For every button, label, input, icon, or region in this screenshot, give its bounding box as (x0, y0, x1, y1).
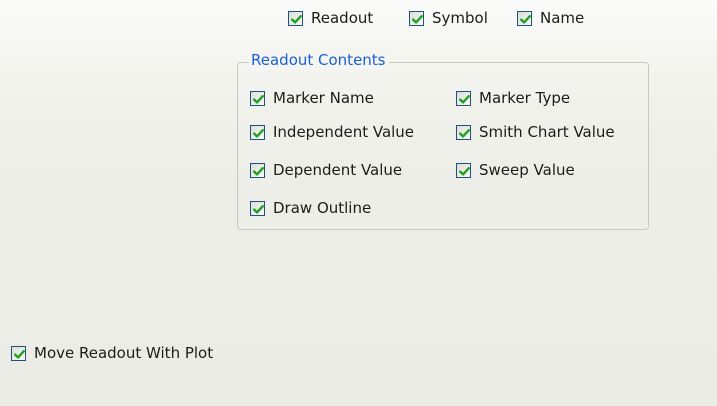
dependent-value-checkbox[interactable] (250, 162, 265, 178)
independent-value-checkbox[interactable] (250, 124, 265, 140)
draw-outline-checkbox-row[interactable]: Draw Outline (250, 198, 371, 218)
dependent-value-checkbox-row[interactable]: Dependent Value (250, 160, 402, 180)
checkmark-icon (253, 94, 264, 104)
readout-contents-title: Readout Contents (249, 50, 389, 70)
smith-chart-value-label: Smith Chart Value (479, 123, 615, 141)
smith-chart-value-checkbox-row[interactable]: Smith Chart Value (456, 122, 615, 142)
symbol-checkbox[interactable] (409, 10, 424, 26)
smith-chart-value-checkbox[interactable] (456, 124, 471, 140)
marker-name-checkbox[interactable] (250, 90, 265, 106)
marker-name-label: Marker Name (273, 89, 374, 107)
checkmark-icon (459, 128, 470, 138)
checkmark-icon (253, 128, 264, 138)
readout-checkbox-row[interactable]: Readout (288, 8, 373, 28)
marker-type-checkbox[interactable] (456, 90, 471, 106)
draw-outline-checkbox[interactable] (250, 200, 265, 216)
readout-checkbox[interactable] (288, 10, 303, 26)
move-readout-with-plot-checkbox-row[interactable]: Move Readout With Plot (11, 343, 213, 363)
name-checkbox-row[interactable]: Name (517, 8, 584, 28)
dependent-value-label: Dependent Value (273, 161, 403, 179)
checkmark-icon (253, 204, 264, 214)
checkmark-icon (459, 94, 470, 104)
name-label: Name (540, 9, 585, 27)
checkmark-icon (459, 166, 470, 176)
marker-name-checkbox-row[interactable]: Marker Name (250, 88, 374, 108)
independent-value-checkbox-row[interactable]: Independent Value (250, 122, 414, 142)
move-readout-with-plot-label: Move Readout With Plot (34, 344, 214, 362)
sweep-value-checkbox-row[interactable]: Sweep Value (456, 160, 575, 180)
name-checkbox[interactable] (517, 10, 532, 26)
readout-label: Readout (311, 9, 374, 27)
symbol-checkbox-row[interactable]: Symbol (409, 8, 488, 28)
draw-outline-label: Draw Outline (273, 199, 372, 217)
checkmark-icon (520, 14, 531, 24)
checkmark-icon (14, 349, 25, 359)
move-readout-with-plot-checkbox[interactable] (11, 345, 26, 361)
symbol-label: Symbol (432, 9, 488, 27)
checkmark-icon (291, 14, 302, 24)
checkmark-icon (253, 166, 264, 176)
sweep-value-label: Sweep Value (479, 161, 575, 179)
independent-value-label: Independent Value (273, 123, 415, 141)
sweep-value-checkbox[interactable] (456, 162, 471, 178)
checkmark-icon (412, 14, 423, 24)
marker-type-checkbox-row[interactable]: Marker Type (456, 88, 570, 108)
marker-type-label: Marker Type (479, 89, 571, 107)
